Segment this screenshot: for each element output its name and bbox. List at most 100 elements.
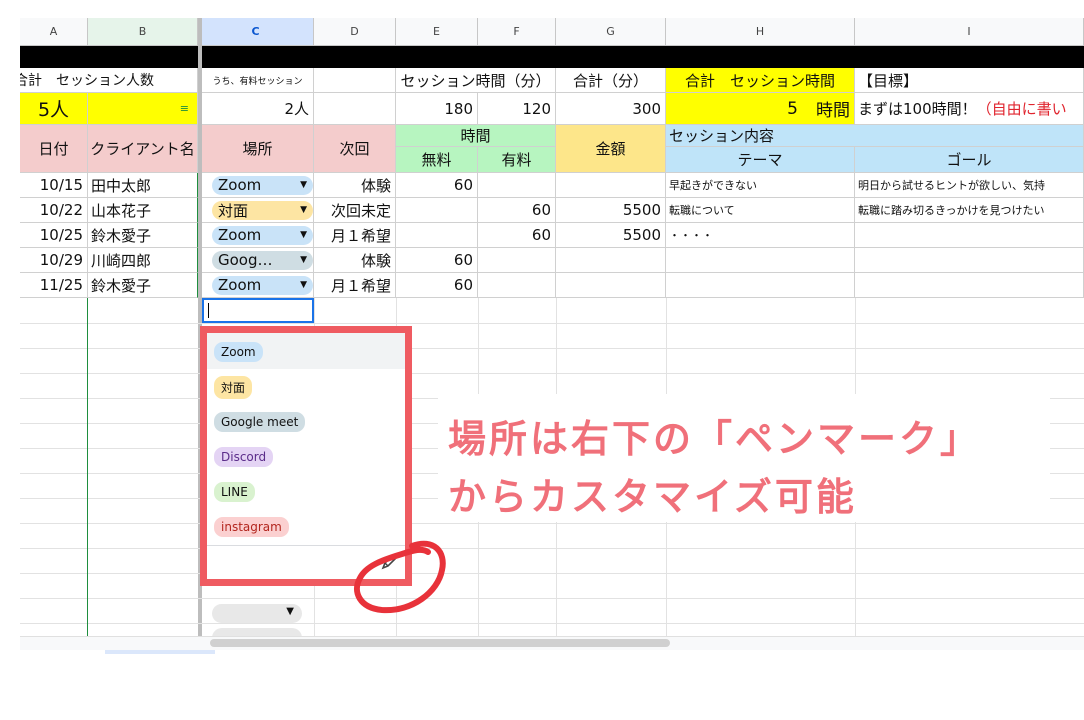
dropdown-option[interactable]: Google meet (214, 411, 306, 432)
free-minutes-total[interactable]: 180 (396, 93, 478, 125)
row-4-theme[interactable] (666, 273, 855, 298)
row-2-next[interactable]: 月１希望 (314, 223, 396, 248)
empty-dropdown-chip[interactable]: ▼ (212, 604, 302, 623)
row-0-theme[interactable]: 早起きができない (666, 173, 855, 198)
column-header-e[interactable]: E (396, 18, 478, 46)
place-dropdown-chip[interactable]: Zoom ▼ (212, 275, 313, 295)
goal-value[interactable]: まずは100時間！ （自由に書い (855, 93, 1084, 125)
row-4-client[interactable]: 鈴木愛子 (88, 273, 198, 298)
header-session-content[interactable]: セッション内容 (666, 125, 1084, 147)
row-2-place[interactable]: Zoom ▼ (202, 223, 314, 248)
row-3-place[interactable]: Goog… ▼ (202, 248, 314, 273)
place-dropdown-chip[interactable]: Zoom ▼ (212, 175, 313, 195)
row-3-amount[interactable] (556, 248, 666, 273)
header-client[interactable]: クライアント名 (88, 125, 198, 173)
column-header-c[interactable]: C (198, 18, 314, 46)
header-goal[interactable]: ゴール (855, 147, 1084, 173)
dropdown-option[interactable]: instagram (214, 516, 289, 537)
header-time[interactable]: 時間 (396, 125, 556, 147)
row-1-date[interactable]: 10/22 (20, 198, 88, 223)
row-0-date[interactable]: 10/15 (20, 173, 88, 198)
paid-minutes-total[interactable]: 120 (478, 93, 556, 125)
header-theme[interactable]: テーマ (666, 147, 855, 173)
header-place[interactable]: 場所 (202, 125, 314, 173)
row-2-free[interactable] (396, 223, 478, 248)
date-text: 10/29 (39, 251, 83, 269)
column-header-d[interactable]: D (314, 18, 396, 46)
column-header-b[interactable]: B (88, 18, 198, 46)
paid-sessions-value[interactable]: 2人 (202, 93, 314, 125)
selected-cell-c[interactable] (202, 298, 314, 323)
total-session-hours-label[interactable]: 合計 セッション時間 (666, 68, 855, 93)
total-minutes-label[interactable]: 合計（分） (556, 68, 666, 93)
header-date[interactable]: 日付 (20, 125, 88, 173)
dropdown-option[interactable]: Zoom (214, 341, 263, 362)
row-0-free[interactable]: 60 (396, 173, 478, 198)
row-3-paid[interactable] (478, 248, 556, 273)
cell-b-row2[interactable]: ≡ (88, 93, 198, 125)
row-3-theme[interactable] (666, 248, 855, 273)
row-0-goal[interactable]: 明日から試せるヒントが欲しい、気持 (855, 173, 1084, 198)
dropdown-arrow-icon: ▼ (300, 255, 307, 265)
dropdown-option[interactable]: 対面 (214, 376, 253, 399)
row-3-next[interactable]: 体験 (314, 248, 396, 273)
row-4-free[interactable]: 60 (396, 273, 478, 298)
header-paid[interactable]: 有料 (478, 147, 556, 173)
cell-d-row2[interactable] (314, 93, 396, 125)
column-header-f[interactable]: F (478, 18, 556, 46)
place-dropdown-chip[interactable]: 対面 ▼ (212, 200, 313, 220)
row-1-goal[interactable]: 転職に踏み切るきっかけを見つけたい (855, 198, 1084, 223)
row-4-date[interactable]: 11/25 (20, 273, 88, 298)
row-1-free[interactable] (396, 198, 478, 223)
horizontal-scrollbar-thumb[interactable] (210, 639, 670, 647)
row-2-paid[interactable]: 60 (478, 223, 556, 248)
row-2-theme[interactable]: ・・・・ (666, 223, 855, 248)
row-3-client[interactable]: 川崎四郎 (88, 248, 198, 273)
header-next[interactable]: 次回 (314, 125, 396, 173)
row-1-next[interactable]: 次回未定 (314, 198, 396, 223)
row-0-next[interactable]: 体験 (314, 173, 396, 198)
column-header-h[interactable]: H (666, 18, 855, 46)
row-2-date[interactable]: 10/25 (20, 223, 88, 248)
row-0-paid[interactable] (478, 173, 556, 198)
row-2-goal[interactable] (855, 223, 1084, 248)
row-4-place[interactable]: Zoom ▼ (202, 273, 314, 298)
row-2-amount[interactable]: 5500 (556, 223, 666, 248)
cell-d-row1[interactable] (314, 68, 396, 93)
filter-icon[interactable]: ≡ (180, 103, 189, 114)
total-sessions-label[interactable]: 合計 セッション人数 (20, 68, 198, 93)
total-hours-value[interactable]: 5 時間 (666, 93, 855, 125)
dropdown-option[interactable]: Discord (214, 446, 274, 467)
total-minutes-value[interactable]: 300 (556, 93, 666, 125)
dropdown-option[interactable]: LINE (214, 481, 255, 502)
row-3-date[interactable]: 10/29 (20, 248, 88, 273)
row-1-client[interactable]: 山本花子 (88, 198, 198, 223)
row-4-goal[interactable] (855, 273, 1084, 298)
place-dropdown-chip[interactable]: Zoom ▼ (212, 225, 313, 245)
row-0-client[interactable]: 田中太郎 (88, 173, 198, 198)
row-3-free[interactable]: 60 (396, 248, 478, 273)
grid-row-line (20, 548, 1084, 549)
row-1-theme[interactable]: 転職について (666, 198, 855, 223)
row-3-goal[interactable] (855, 248, 1084, 273)
column-header-g[interactable]: G (556, 18, 666, 46)
header-amount[interactable]: 金額 (556, 125, 666, 173)
row-4-next[interactable]: 月１希望 (314, 273, 396, 298)
row-2-client[interactable]: 鈴木愛子 (88, 223, 198, 248)
date-text: 10/25 (39, 226, 83, 244)
paid-sessions-label[interactable]: うち、有料セッション (202, 68, 314, 93)
place-dropdown-chip[interactable]: Goog… ▼ (212, 250, 313, 270)
row-4-amount[interactable] (556, 273, 666, 298)
row-0-place[interactable]: Zoom ▼ (202, 173, 314, 198)
total-people-value[interactable]: 5人 (20, 93, 88, 125)
row-4-paid[interactable] (478, 273, 556, 298)
row-1-amount[interactable]: 5500 (556, 198, 666, 223)
row-1-paid[interactable]: 60 (478, 198, 556, 223)
header-free[interactable]: 無料 (396, 147, 478, 173)
goal-label[interactable]: 【目標】 (855, 68, 1084, 93)
session-time-label[interactable]: セッション時間（分） (396, 68, 556, 93)
column-header-a[interactable]: A (20, 18, 88, 46)
row-0-amount[interactable] (556, 173, 666, 198)
column-header-i[interactable]: I (855, 18, 1084, 46)
row-1-place[interactable]: 対面 ▼ (202, 198, 314, 223)
